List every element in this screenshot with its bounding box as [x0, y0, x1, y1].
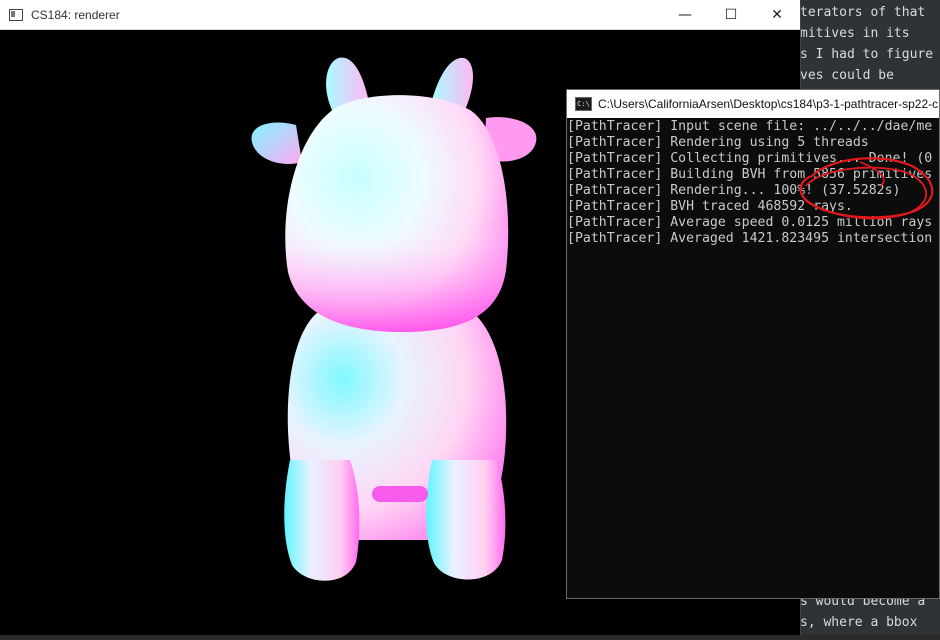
- console-line: [PathTracer] Average speed 0.0125 millio…: [567, 215, 933, 230]
- minimize-button[interactable]: —: [662, 0, 708, 29]
- renderer-title: CS184: renderer: [31, 7, 120, 22]
- cow-tail: [372, 486, 428, 502]
- editor-line: mitives in its: [800, 26, 910, 41]
- maximize-icon: ☐: [724, 6, 738, 23]
- renderer-titlebar[interactable]: CS184: renderer — ☐ ✕: [0, 0, 800, 30]
- cow-muzzle-shade: [285, 95, 509, 332]
- cow-leg-left: [284, 460, 360, 581]
- minimize-icon: —: [678, 6, 692, 23]
- cow-ear-left: [251, 122, 302, 164]
- editor-line: terators of that: [800, 5, 926, 20]
- console-line: [PathTracer] Collecting primitives... Do…: [567, 151, 933, 166]
- app-window-icon: [9, 8, 23, 21]
- console-line: [PathTracer] Averaged 1421.823495 inters…: [567, 231, 933, 246]
- editor-line: ves could be: [800, 68, 894, 83]
- console-window[interactable]: C:\ C:\Users\CaliforniaArsen\Desktop\cs1…: [566, 89, 940, 599]
- editor-line: s I had to figure: [800, 47, 934, 62]
- console-line: [PathTracer] Rendering using 5 threads: [567, 135, 869, 150]
- console-titlebar[interactable]: C:\ C:\Users\CaliforniaArsen\Desktop\cs1…: [567, 90, 939, 118]
- console-title: C:\Users\CaliforniaArsen\Desktop\cs184\p…: [598, 97, 939, 111]
- console-line: [PathTracer] Input scene file: ../../../…: [567, 119, 933, 134]
- console-output[interactable]: [PathTracer] Input scene file: ../../../…: [567, 119, 939, 598]
- close-button[interactable]: ✕: [754, 0, 800, 29]
- console-line: [PathTracer] Building BVH from 5856 prim…: [567, 167, 933, 182]
- terminal-icon: C:\: [575, 97, 592, 111]
- maximize-button[interactable]: ☐: [708, 0, 754, 29]
- cow-leg-right: [426, 460, 506, 580]
- console-line: [PathTracer] Rendering... 100%! (37.5282…: [567, 183, 901, 198]
- editor-line: s, where a bbox: [800, 615, 917, 630]
- close-icon: ✕: [771, 6, 783, 23]
- editor-line-text: s, where a bbox: [800, 615, 918, 630]
- console-line: [PathTracer] BVH traced 468592 rays.: [567, 199, 853, 214]
